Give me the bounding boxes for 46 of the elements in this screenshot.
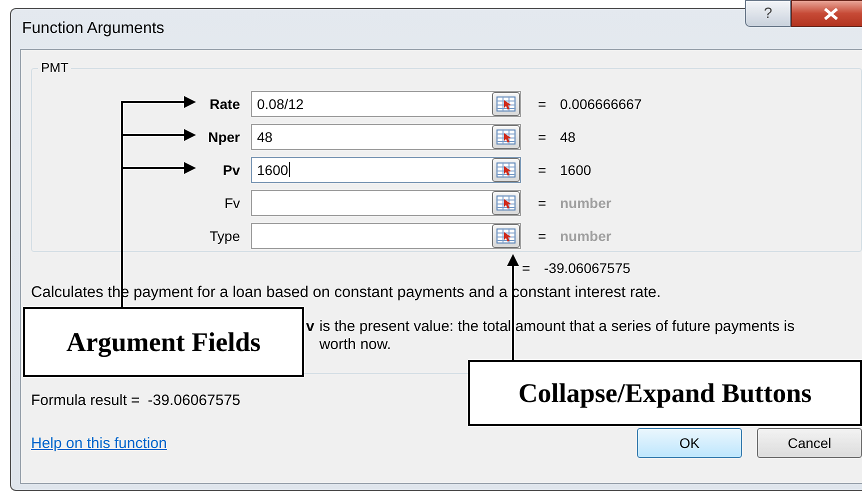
collapse-button[interactable] bbox=[492, 224, 520, 248]
formula-result-label: Formula result = bbox=[31, 392, 140, 409]
window-title: Function Arguments bbox=[22, 20, 164, 38]
equals-sign: = bbox=[538, 128, 548, 144]
argument-result: 1600 bbox=[560, 162, 592, 178]
argument-description: is the present value: the total amount that a series of future payments is worth now. bbox=[319, 318, 796, 355]
collapse-button[interactable] bbox=[492, 190, 520, 214]
argument-field[interactable] bbox=[251, 190, 521, 216]
range-select-icon bbox=[496, 228, 516, 244]
function-name: PMT bbox=[38, 60, 72, 75]
equals-sign: = bbox=[538, 96, 548, 112]
collapse-button[interactable] bbox=[492, 124, 520, 148]
collapse-button[interactable] bbox=[492, 158, 520, 182]
argument-field[interactable] bbox=[251, 222, 521, 248]
help-link[interactable]: Help on this function bbox=[31, 434, 167, 452]
ok-button[interactable]: OK bbox=[637, 428, 742, 458]
argument-field[interactable]: 0.08/12 bbox=[251, 90, 521, 116]
range-select-icon bbox=[496, 162, 516, 178]
equals-sign: = bbox=[538, 228, 548, 244]
help-button[interactable]: ? bbox=[745, 0, 791, 27]
close-icon bbox=[822, 8, 838, 20]
range-select-icon bbox=[496, 194, 516, 210]
callout-label: Argument Fields bbox=[23, 307, 304, 377]
argument-label: Pv bbox=[222, 162, 241, 178]
argument-name: v bbox=[306, 318, 316, 337]
equals-sign: = bbox=[522, 260, 532, 276]
close-button[interactable] bbox=[791, 0, 862, 27]
argument-label: Type bbox=[208, 228, 241, 244]
argument-result: number bbox=[560, 194, 612, 210]
argument-result: number bbox=[560, 228, 612, 244]
argument-label: Nper bbox=[207, 128, 241, 144]
collapse-button[interactable] bbox=[492, 92, 520, 116]
formula-result-value: -39.06067575 bbox=[148, 392, 240, 409]
argument-label: Rate bbox=[208, 96, 241, 112]
equals-sign: = bbox=[538, 194, 548, 210]
equals-sign: = bbox=[538, 162, 548, 178]
callout-label: Collapse/Expand Buttons bbox=[468, 360, 862, 426]
range-select-icon bbox=[496, 128, 516, 144]
argument-result: 0.006666667 bbox=[560, 96, 642, 112]
argument-label: Fv bbox=[223, 194, 241, 210]
total-result: -39.06067575 bbox=[544, 260, 630, 276]
argument-field[interactable]: 1600 bbox=[251, 156, 521, 182]
range-select-icon bbox=[496, 96, 516, 112]
cancel-button[interactable]: Cancel bbox=[757, 428, 862, 458]
argument-result: 48 bbox=[560, 128, 576, 144]
argument-field[interactable]: 48 bbox=[251, 124, 521, 150]
